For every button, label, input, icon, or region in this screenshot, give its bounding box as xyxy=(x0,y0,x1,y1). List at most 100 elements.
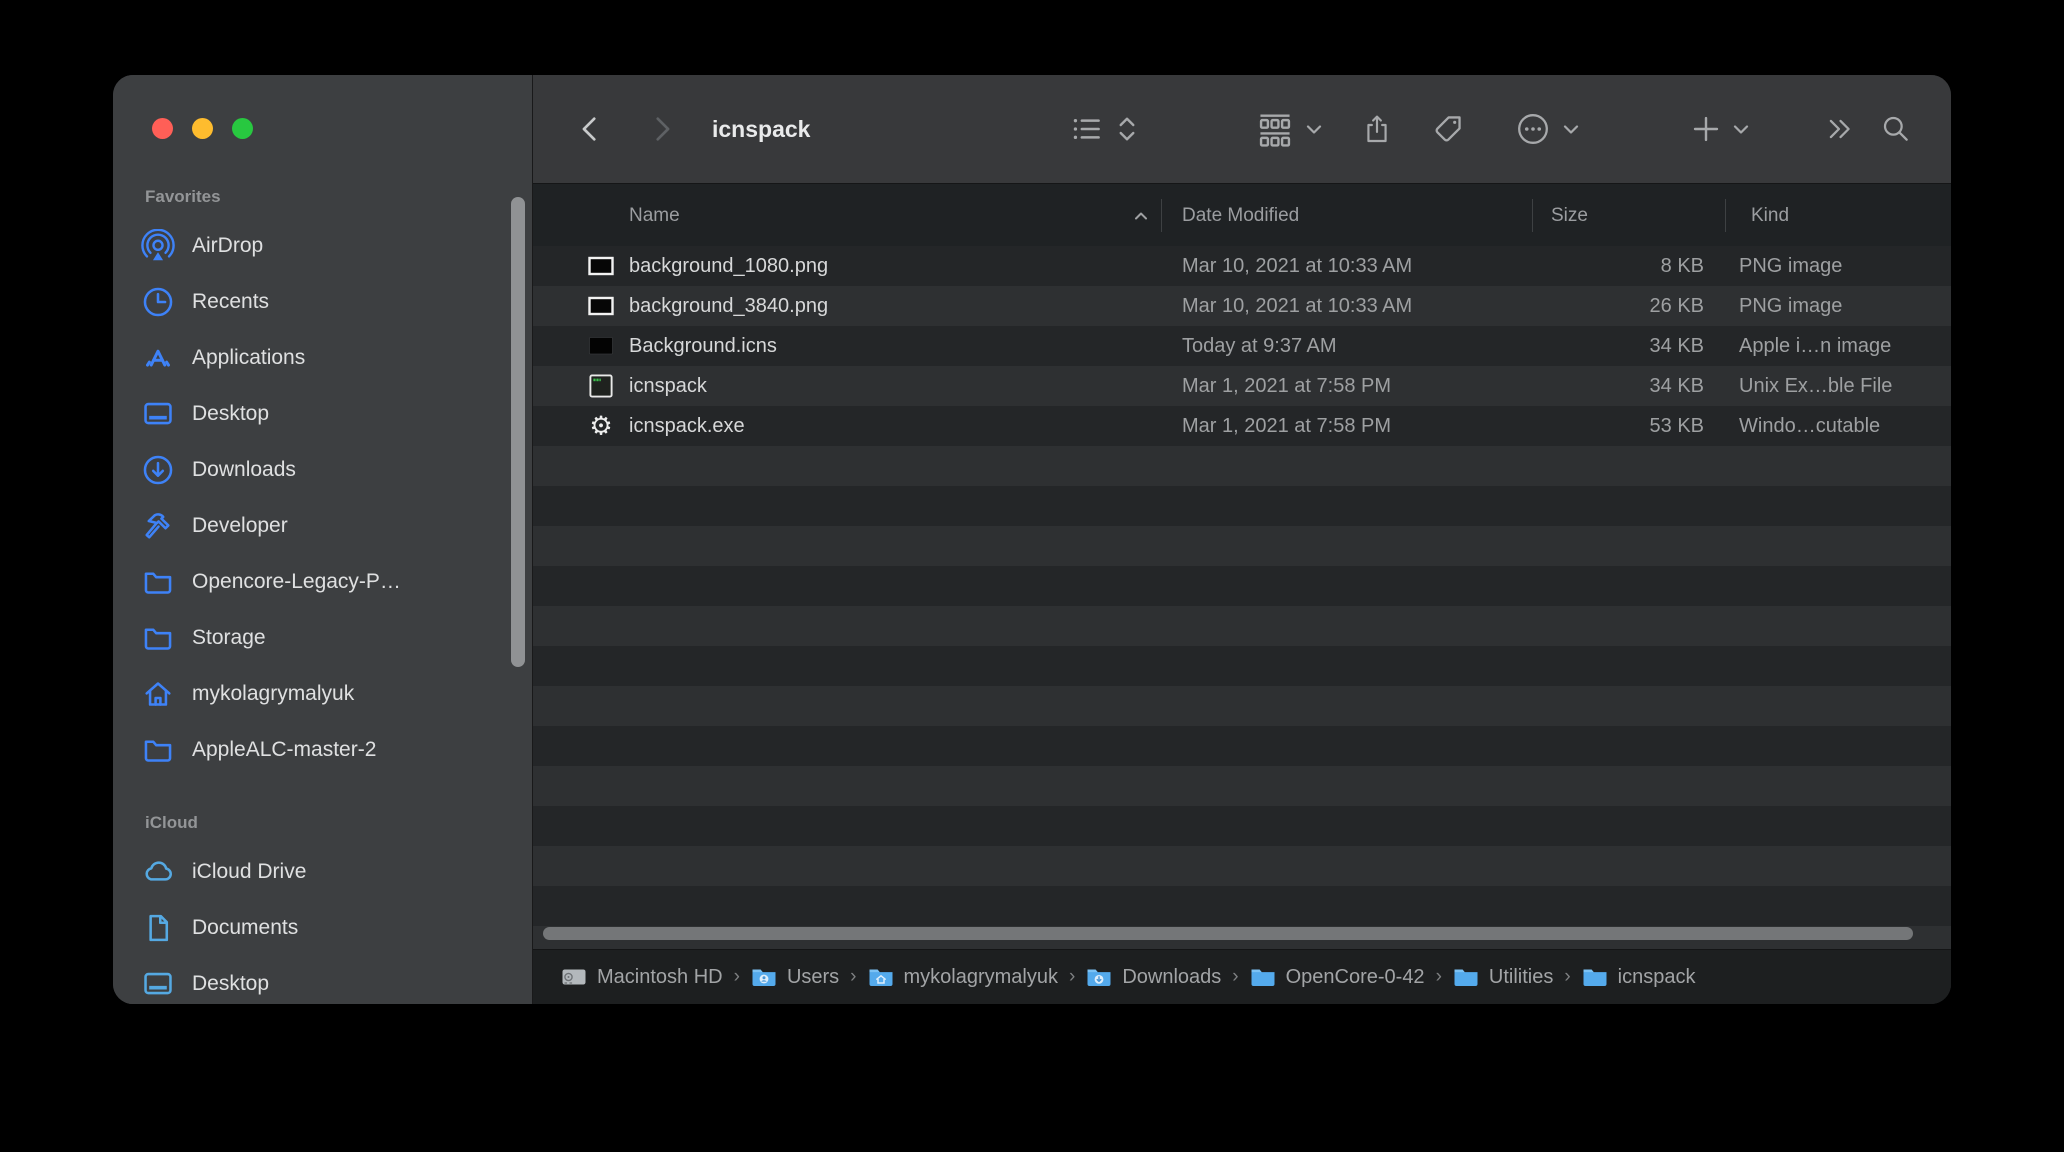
path-separator-icon: › xyxy=(1232,966,1238,988)
double-chevron-icon xyxy=(1825,114,1855,144)
sidebar-item-label: Desktop xyxy=(192,972,269,996)
sidebar-item[interactable]: AppleALC-master-2 xyxy=(113,722,532,778)
tags-button[interactable] xyxy=(1431,75,1465,183)
path-bar-item[interactable]: icnspack › xyxy=(1582,966,1696,989)
path-bar-item[interactable]: OpenCore-0-42 › xyxy=(1250,966,1453,989)
file-date-modified: Mar 10, 2021 at 10:33 AM xyxy=(1182,286,1412,326)
sidebar-item[interactable]: Storage xyxy=(113,610,532,666)
file-size: 34 KB xyxy=(1482,326,1704,366)
back-button[interactable] xyxy=(573,75,607,183)
path-item-label: icnspack xyxy=(1618,966,1696,989)
doc-icon xyxy=(141,911,175,945)
path-item-label: OpenCore-0-42 xyxy=(1286,966,1425,989)
sidebar-item[interactable]: Developer xyxy=(113,498,532,554)
file-kind: Unix Ex…ble File xyxy=(1739,366,1892,406)
sort-up-down-icon xyxy=(1114,113,1140,145)
file-date-modified: Mar 1, 2021 at 7:58 PM xyxy=(1182,366,1391,406)
sidebar-item[interactable]: Desktop xyxy=(113,956,532,1004)
folder-plain-icon xyxy=(1250,966,1276,988)
column-header-kind[interactable]: Kind xyxy=(1751,184,1789,247)
folder-icon xyxy=(141,621,175,655)
empty-row xyxy=(533,606,1951,646)
more-actions-button[interactable] xyxy=(1515,75,1582,183)
file-name: background_1080.png xyxy=(629,246,828,286)
path-bar-item[interactable]: Utilities › xyxy=(1453,966,1582,989)
sidebar-item-label: mykolagrymalyuk xyxy=(192,682,354,706)
sidebar-section: iCloud iCloud Drive Documents xyxy=(113,813,532,1004)
file-row[interactable]: background_1080.png Mar 10, 2021 at 10:3… xyxy=(533,246,1951,286)
sidebar-scrollbar[interactable] xyxy=(511,197,525,667)
path-bar-item[interactable]: Macintosh HD › xyxy=(561,966,751,989)
empty-row xyxy=(533,526,1951,566)
empty-row xyxy=(533,726,1951,766)
empty-row xyxy=(533,766,1951,806)
tag-icon xyxy=(1431,112,1465,146)
file-name: background_3840.png xyxy=(629,286,828,326)
file-name: Background.icns xyxy=(629,326,777,366)
column-divider xyxy=(1161,199,1162,232)
hammer-icon xyxy=(141,509,175,543)
empty-row xyxy=(533,686,1951,726)
chevron-right-icon xyxy=(645,112,679,146)
column-header-name[interactable]: Name xyxy=(629,184,680,247)
path-bar-item[interactable]: mykolagrymalyuk › xyxy=(868,966,1087,989)
sidebar-item[interactable]: mykolagrymalyuk xyxy=(113,666,532,722)
path-separator-icon: › xyxy=(1069,966,1075,988)
sidebar-item-label: Desktop xyxy=(192,402,269,426)
search-button[interactable] xyxy=(1880,75,1912,183)
share-button[interactable] xyxy=(1361,75,1393,183)
horizontal-scrollbar[interactable] xyxy=(543,927,1913,940)
file-row[interactable]: Background.icns Today at 9:37 AM 34 KB A… xyxy=(533,326,1951,366)
sidebar-item-label: Recents xyxy=(192,290,269,314)
file-date-modified: Today at 9:37 AM xyxy=(1182,326,1337,366)
path-bar-item[interactable]: Users › xyxy=(751,966,868,989)
file-name: icnspack.exe xyxy=(629,406,745,446)
file-size: 53 KB xyxy=(1482,406,1704,446)
sidebar-item[interactable]: Documents xyxy=(113,900,532,956)
search-icon xyxy=(1880,113,1912,145)
empty-row xyxy=(533,646,1951,686)
sidebar-item[interactable]: Recents xyxy=(113,274,532,330)
new-item-button[interactable] xyxy=(1691,75,1752,183)
empty-row xyxy=(533,486,1951,526)
file-size: 34 KB xyxy=(1482,366,1704,406)
column-divider xyxy=(1725,199,1726,232)
view-mode-control[interactable] xyxy=(1069,75,1140,183)
sidebar-item[interactable]: Applications xyxy=(113,330,532,386)
group-view-icon xyxy=(1256,110,1294,148)
sidebar-item[interactable]: AirDrop xyxy=(113,218,532,274)
column-header-size[interactable]: Size xyxy=(1551,184,1588,247)
group-by-control[interactable] xyxy=(1256,75,1325,183)
path-item-label: Utilities xyxy=(1489,966,1553,989)
path-item-label: Users xyxy=(787,966,839,989)
cloud-icon xyxy=(141,855,175,889)
sidebar-item[interactable]: iCloud Drive xyxy=(113,844,532,900)
folder-plain-icon xyxy=(1582,966,1608,988)
file-row[interactable]: icnspack.exe Mar 1, 2021 at 7:58 PM 53 K… xyxy=(533,406,1951,446)
forward-button[interactable] xyxy=(645,75,679,183)
file-kind: PNG image xyxy=(1739,246,1842,286)
sidebar-item[interactable]: Desktop xyxy=(113,386,532,442)
ellipsis-circle-icon xyxy=(1515,111,1551,147)
file-date-modified: Mar 1, 2021 at 7:58 PM xyxy=(1182,406,1391,446)
column-header-date-modified[interactable]: Date Modified xyxy=(1182,184,1299,247)
airdrop-icon xyxy=(141,229,175,263)
path-bar-item[interactable]: Downloads › xyxy=(1086,966,1249,989)
sidebar-item[interactable]: Downloads xyxy=(113,442,532,498)
sidebar-item-label: Applications xyxy=(192,346,305,370)
path-item-label: Macintosh HD xyxy=(597,966,723,989)
sidebar-item[interactable]: Opencore-Legacy-P… xyxy=(113,554,532,610)
folder-homedir-icon xyxy=(868,966,894,988)
folder-icon xyxy=(141,565,175,599)
file-size: 8 KB xyxy=(1482,246,1704,286)
file-terminal-icon xyxy=(587,372,615,400)
desktop-icon xyxy=(141,967,175,1001)
clock-icon xyxy=(141,285,175,319)
folder-downloads-icon xyxy=(1086,966,1112,988)
plus-icon xyxy=(1691,114,1721,144)
file-row[interactable]: icnspack Mar 1, 2021 at 7:58 PM 34 KB Un… xyxy=(533,366,1951,406)
column-header-row: Name Date Modified Size Kind xyxy=(533,183,1951,247)
folder-plain-icon xyxy=(1453,966,1479,988)
toolbar-overflow-button[interactable] xyxy=(1825,75,1855,183)
file-row[interactable]: background_3840.png Mar 10, 2021 at 10:3… xyxy=(533,286,1951,326)
